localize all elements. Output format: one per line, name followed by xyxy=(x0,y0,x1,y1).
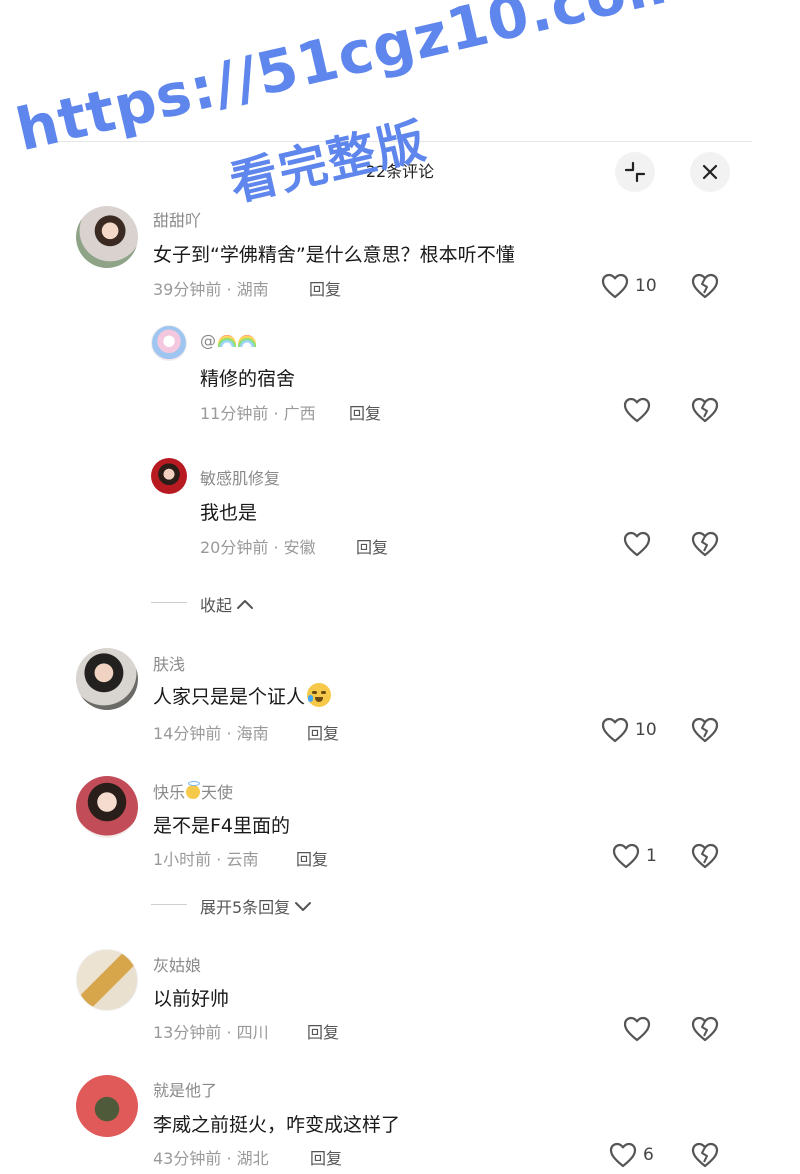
like-button[interactable]: 6 xyxy=(609,1142,654,1168)
collapse-icon xyxy=(624,161,646,183)
expand-replies-label: 展开5条回复 xyxy=(200,898,291,917)
laugh-cry-emoji-icon xyxy=(307,683,332,707)
comment-time-location: 13分钟前 · 四川 xyxy=(153,1023,269,1042)
dislike-button[interactable] xyxy=(691,843,719,873)
comment-text: 是不是F4里面的 xyxy=(153,815,291,837)
like-button[interactable]: 10 xyxy=(601,273,657,299)
like-count: 1 xyxy=(646,846,657,866)
fold-divider xyxy=(151,602,187,603)
expand-replies-button[interactable]: 展开5条回复 xyxy=(200,894,312,918)
fold-divider xyxy=(151,904,187,905)
broken-heart-icon xyxy=(691,1016,719,1042)
comment-text: 女子到“学佛精舍”是什么意思？根本听不懂 xyxy=(153,244,515,266)
avatar[interactable] xyxy=(76,949,138,1011)
like-button[interactable] xyxy=(623,531,651,557)
dislike-button[interactable] xyxy=(691,531,719,561)
dislike-button[interactable] xyxy=(691,1016,719,1046)
avatar[interactable] xyxy=(76,776,138,838)
close-icon xyxy=(702,164,718,180)
reply-button[interactable]: 回复 xyxy=(296,846,328,870)
rainbow-emoji-icon xyxy=(238,335,256,347)
heart-outline-icon xyxy=(612,843,640,869)
avatar[interactable] xyxy=(76,1075,138,1137)
like-button[interactable]: 10 xyxy=(601,717,657,743)
dislike-button[interactable] xyxy=(691,273,719,303)
like-count: 10 xyxy=(635,276,657,296)
heart-outline-icon xyxy=(609,1142,637,1168)
commenter-name[interactable]: 敏感肌修复 xyxy=(200,465,280,489)
broken-heart-icon xyxy=(691,843,719,869)
avatar[interactable] xyxy=(76,648,138,710)
comment-time-location: 14分钟前 · 海南 xyxy=(153,724,269,743)
rainbow-emoji-icon xyxy=(218,335,236,347)
reply-button[interactable]: 回复 xyxy=(307,720,339,744)
broken-heart-icon xyxy=(691,531,719,557)
commenter-name[interactable]: 甜甜吖 xyxy=(153,207,201,231)
collapse-replies-label: 收起 xyxy=(200,596,233,615)
comment-time-location: 43分钟前 · 湖北 xyxy=(153,1149,269,1168)
angel-emoji-icon xyxy=(186,781,201,799)
heart-outline-icon xyxy=(623,1016,651,1042)
comment-text: 以前好帅 xyxy=(153,988,230,1010)
collapse-button[interactable] xyxy=(615,152,655,192)
avatar[interactable] xyxy=(76,206,138,268)
reply-button[interactable]: 回复 xyxy=(310,1145,342,1169)
commenter-name-text: @ xyxy=(200,331,216,350)
commenter-name[interactable]: 快乐 天使 xyxy=(153,779,233,803)
avatar[interactable] xyxy=(151,325,187,361)
heart-outline-icon xyxy=(623,531,651,557)
broken-heart-icon xyxy=(691,717,719,743)
comment-text: 精修的宿舍 xyxy=(200,368,296,390)
commenter-name[interactable]: @ xyxy=(200,331,256,350)
commenter-name[interactable]: 灰姑娘 xyxy=(153,952,201,976)
heart-outline-icon xyxy=(601,273,629,299)
reply-button[interactable]: 回复 xyxy=(356,534,388,558)
comment-time-location: 1小时前 · 云南 xyxy=(153,850,259,869)
heart-outline-icon xyxy=(601,717,629,743)
like-count: 6 xyxy=(643,1145,654,1165)
comment-time-location: 39分钟前 · 湖南 xyxy=(153,280,269,299)
like-button[interactable] xyxy=(623,397,651,423)
broken-heart-icon xyxy=(691,1142,719,1168)
broken-heart-icon xyxy=(691,273,719,299)
like-button[interactable] xyxy=(623,1016,651,1042)
close-button[interactable] xyxy=(690,152,730,192)
heart-outline-icon xyxy=(623,397,651,423)
reply-button[interactable]: 回复 xyxy=(309,276,341,300)
sheet-top-edge xyxy=(48,141,752,142)
broken-heart-icon xyxy=(691,397,719,423)
dislike-button[interactable] xyxy=(691,397,719,427)
commenter-name[interactable]: 肤浅 xyxy=(153,651,185,675)
collapse-replies-button[interactable]: 收起 xyxy=(200,592,254,616)
dislike-button[interactable] xyxy=(691,1142,719,1172)
commenter-name-part: 天使 xyxy=(201,783,234,802)
avatar[interactable] xyxy=(151,458,187,494)
comment-time-location: 11分钟前 · 广西 xyxy=(200,404,316,423)
comment-text: 李威之前挺火，咋变成这样了 xyxy=(153,1114,401,1136)
comment-text-body: 人家只是是个证人 xyxy=(153,686,306,708)
like-button[interactable]: 1 xyxy=(612,843,657,869)
top-area xyxy=(0,0,800,142)
reply-button[interactable]: 回复 xyxy=(307,1019,339,1043)
comment-text: 我也是 xyxy=(200,502,258,524)
chevron-up-icon xyxy=(237,600,254,609)
commenter-name[interactable]: 就是他了 xyxy=(153,1077,217,1101)
reply-button[interactable]: 回复 xyxy=(349,400,381,424)
comment-text: 人家只是是个证人 xyxy=(153,682,332,709)
comment-time-location: 20分钟前 · 安徽 xyxy=(200,538,316,557)
commenter-name-part: 快乐 xyxy=(153,783,186,802)
like-count: 10 xyxy=(635,720,657,740)
chevron-down-icon xyxy=(295,902,312,911)
dislike-button[interactable] xyxy=(691,717,719,747)
comment-count-title: 22条评论 xyxy=(365,162,435,181)
